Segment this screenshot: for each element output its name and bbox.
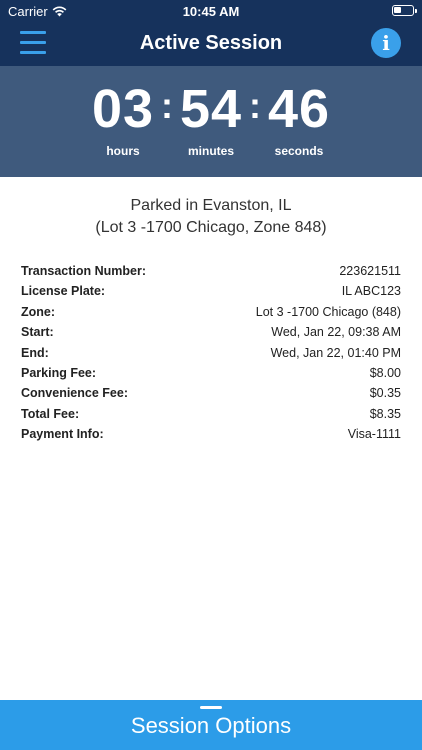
top-bar: Carrier 10:45 AM Active Session i <box>0 0 422 66</box>
detail-value: $8.00 <box>369 365 401 380</box>
detail-label: Convenience Fee: <box>21 386 128 401</box>
parking-location: Parked in Evanston, IL (Lot 3 -1700 Chic… <box>0 195 422 239</box>
detail-label: End: <box>21 345 49 360</box>
detail-row-total-fee: Total Fee: $8.35 <box>21 404 401 424</box>
detail-value: IL ABC123 <box>341 284 401 299</box>
detail-label: Payment Info: <box>21 427 104 442</box>
detail-row-end: End: Wed, Jan 22, 01:40 PM <box>21 343 401 363</box>
detail-row-convenience-fee: Convenience Fee: $0.35 <box>21 383 401 403</box>
timer-seconds-label: seconds <box>274 144 324 158</box>
info-icon[interactable]: i <box>371 28 401 58</box>
timer-separator: : <box>249 85 261 126</box>
session-timer: 03 hours : 54 minutes : 46 seconds <box>0 66 422 177</box>
status-time: 10:45 AM <box>182 4 240 19</box>
timer-separator: : <box>161 85 173 126</box>
timer-minutes: 54 minutes <box>174 80 248 158</box>
page-title: Active Session <box>139 32 283 54</box>
timer-minutes-value: 54 <box>179 79 243 139</box>
detail-row-license-plate: License Plate: IL ABC123 <box>21 281 401 301</box>
detail-label: Parking Fee: <box>21 365 97 380</box>
detail-label: Total Fee: <box>21 406 80 421</box>
detail-value: Wed, Jan 22, 09:38 AM <box>271 325 401 340</box>
detail-row-zone: Zone: Lot 3 -1700 Chicago (848) <box>21 302 401 322</box>
drag-handle-icon[interactable] <box>200 706 222 709</box>
detail-row-transaction-number: Transaction Number: 223621511 <box>21 261 401 281</box>
detail-label: Start: <box>21 325 54 340</box>
detail-row-payment-info: Payment Info: Visa-1111 <box>21 424 401 444</box>
timer-seconds-value: 46 <box>267 79 331 139</box>
detail-label: Transaction Number: <box>21 264 147 278</box>
battery-icon <box>392 5 417 16</box>
detail-value: $0.35 <box>369 386 401 401</box>
timer-hours: 03 hours <box>86 80 160 158</box>
timer-row: 03 hours : 54 minutes : 46 seconds <box>0 80 422 158</box>
location-lot: (Lot 3 -1700 Chicago, Zone 848) <box>95 219 327 236</box>
detail-value: 223621511 <box>339 264 401 278</box>
detail-value: Wed, Jan 22, 01:40 PM <box>270 345 401 360</box>
session-options-button[interactable]: Session Options <box>0 700 422 750</box>
detail-value: Lot 3 -1700 Chicago (848) <box>255 304 401 319</box>
location-city: Parked in Evanston, IL <box>130 197 292 214</box>
detail-label: Zone: <box>21 304 56 319</box>
timer-minutes-label: minutes <box>187 144 234 158</box>
detail-value: Visa-1111 <box>347 427 401 442</box>
status-bar: Carrier 10:45 AM <box>0 0 422 22</box>
timer-hours-label: hours <box>106 144 140 158</box>
detail-label: License Plate: <box>21 284 106 299</box>
navigation-bar: Active Session i <box>0 22 422 66</box>
detail-row-start: Start: Wed, Jan 22, 09:38 AM <box>21 322 401 342</box>
session-details: Transaction Number: 223621511 License Pl… <box>21 261 401 445</box>
timer-hours-value: 03 <box>91 79 155 139</box>
timer-seconds: 46 seconds <box>262 80 336 158</box>
session-options-label: Session Options <box>130 713 292 738</box>
detail-row-parking-fee: Parking Fee: $8.00 <box>21 363 401 383</box>
detail-value: $8.35 <box>369 406 401 421</box>
